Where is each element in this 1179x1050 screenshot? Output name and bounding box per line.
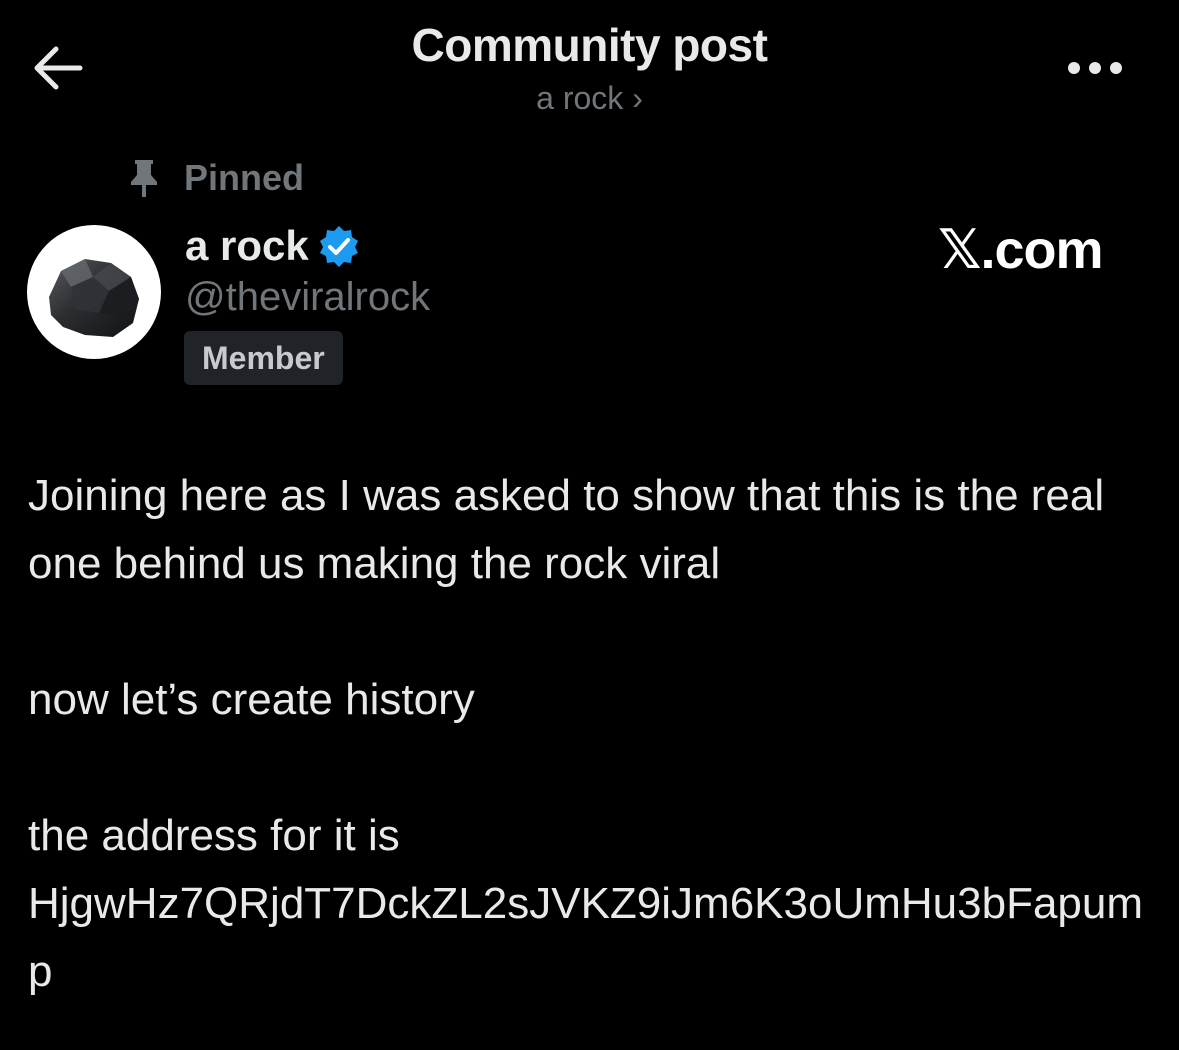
member-role-badge: Member <box>184 331 343 385</box>
avatar[interactable] <box>27 225 161 359</box>
author-name[interactable]: a rock <box>185 222 309 270</box>
pinned-indicator: Pinned <box>126 150 304 206</box>
author-handle[interactable]: @theviralrock <box>185 275 430 320</box>
author-name-row: a rock <box>185 218 361 274</box>
post-paragraph-2: now let’s create history <box>28 675 475 724</box>
more-options-button[interactable] <box>1062 50 1128 86</box>
x-watermark: 𝕏.com <box>938 220 1104 280</box>
post-paragraph-1: Joining here as I was asked to show that… <box>28 471 1105 588</box>
rock-image <box>49 259 139 337</box>
post-text: Joining here as I was asked to show that… <box>28 462 1153 1006</box>
verified-badge-icon[interactable] <box>317 224 361 268</box>
page-title: Community post <box>411 19 768 71</box>
community-link[interactable]: a rock › <box>0 80 1179 117</box>
top-bar: Community post a rock › <box>0 0 1179 130</box>
pinned-label: Pinned <box>184 157 305 198</box>
pin-icon <box>131 160 157 197</box>
ellipsis-icon <box>1068 62 1122 74</box>
post-paragraph-3: the address for it is HjgwHz7QRjdT7DckZL… <box>28 811 1144 996</box>
